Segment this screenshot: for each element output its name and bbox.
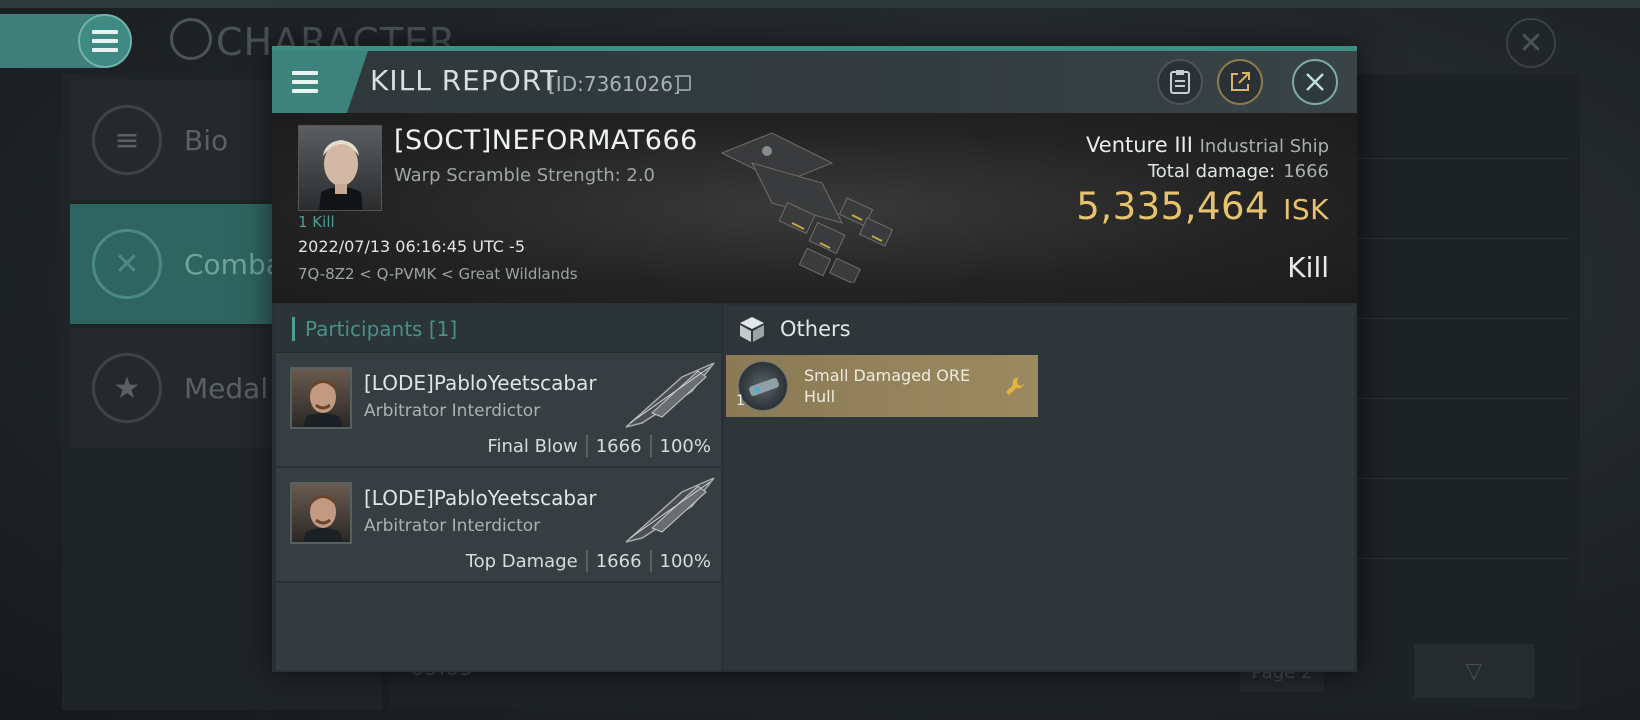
isk-value: 5,335,464 ISK — [1076, 185, 1329, 228]
clipboard-icon — [1170, 70, 1190, 94]
victim-kill-count: 1 Kill — [298, 213, 335, 231]
hamburger-icon — [92, 30, 118, 52]
others-header: Others — [724, 305, 1354, 353]
bg-close-icon[interactable]: ✕ — [1506, 18, 1556, 68]
top-bar — [0, 0, 1640, 8]
item-icon — [738, 361, 788, 411]
ship-name: Venture III Industrial Ship — [1086, 133, 1329, 157]
divider — [649, 435, 652, 457]
filter-icon: ▽ — [1465, 658, 1483, 684]
header-accent — [292, 316, 295, 341]
main-menu-button[interactable] — [78, 14, 132, 68]
item-quantity: 1 — [736, 393, 745, 409]
item-name: Small Damaged ORE Hull — [804, 366, 971, 406]
participant-percent: 100% — [659, 550, 711, 572]
victim-banner: [SOCT]NEFORMAT666 Warp Scramble Strength… — [272, 113, 1357, 303]
total-damage-value: 1666 — [1283, 161, 1329, 182]
swords-icon: ✕ — [92, 229, 162, 299]
kill-location[interactable]: 7Q-8Z2 < Q-PVMK < Great Wildlands — [298, 265, 578, 283]
divider — [585, 550, 588, 572]
participant-row[interactable]: [LODE]PabloYeetscabar Arbitrator Interdi… — [276, 468, 721, 583]
divider — [649, 550, 652, 572]
ship-type: Venture III — [1086, 133, 1193, 157]
list-icon: ≡ — [92, 105, 162, 175]
sidebar-item-label: Comba — [184, 247, 283, 281]
hamburger-icon — [292, 71, 318, 93]
victim-name[interactable]: [SOCT]NEFORMAT666 — [394, 125, 698, 156]
report-id: [ID:7361026] — [548, 72, 681, 96]
close-icon — [1306, 73, 1324, 91]
avatar — [290, 367, 352, 429]
participant-ship-image — [625, 362, 715, 428]
isk-unit: ISK — [1283, 193, 1329, 226]
participant-stats: Top Damage 1666 100% — [466, 550, 711, 572]
participant-damage: 1666 — [595, 550, 642, 572]
participant-ship-image — [625, 477, 715, 543]
clipboard-button[interactable] — [1157, 59, 1203, 105]
total-damage: Total damage: 1666 — [1148, 161, 1329, 182]
participant-role: Top Damage — [465, 550, 578, 572]
victim-portrait — [298, 125, 382, 211]
sidebar-item-label: Bio — [184, 123, 229, 157]
others-title: Others — [780, 317, 851, 341]
others-panel: Others 1 Small Damaged ORE Hull — [724, 305, 1354, 670]
share-button[interactable] — [1217, 59, 1263, 105]
total-damage-label: Total damage: — [1147, 161, 1276, 182]
close-button[interactable] — [1292, 59, 1338, 105]
share-icon — [1231, 72, 1250, 91]
isk-amount: 5,335,464 — [1076, 185, 1270, 228]
wrench-icon — [1006, 377, 1024, 395]
divider — [585, 435, 588, 457]
participant-stats: Final Blow 1666 100% — [487, 435, 711, 457]
participant-role: Final Blow — [487, 435, 578, 457]
participant-ship: Arbitrator Interdictor — [364, 516, 541, 536]
cube-icon — [740, 317, 764, 342]
participant-ship: Arbitrator Interdictor — [364, 401, 541, 421]
dropped-item[interactable]: 1 Small Damaged ORE Hull — [726, 355, 1038, 417]
sidebar-item-label: Medal — [184, 371, 269, 405]
participant-percent: 100% — [659, 435, 711, 457]
dialog-title: KILL REPORT — [370, 64, 559, 97]
ship-class: Industrial Ship — [1199, 136, 1329, 157]
participant-row[interactable]: [LODE]PabloYeetscabar Arbitrator Interdi… — [276, 353, 721, 468]
participant-name[interactable]: [LODE]PabloYeetscabar — [364, 371, 597, 395]
copy-icon[interactable] — [677, 75, 691, 91]
warp-scramble-strength: Warp Scramble Strength: 2.0 — [394, 165, 656, 186]
kill-report-dialog: KILL REPORT [ID:7361026] [SOCT]NEFORMAT6… — [272, 46, 1357, 672]
participants-panel: Participants [1] [LODE]PabloYeetscabar A… — [276, 305, 721, 670]
victim-ship-image — [720, 132, 894, 283]
participants-header: Participants [1] — [276, 305, 721, 353]
result-label: Kill — [1287, 251, 1329, 284]
star-icon: ★ — [92, 353, 162, 423]
participants-title: Participants [1] — [305, 316, 458, 341]
participant-damage: 1666 — [595, 435, 642, 457]
character-icon — [170, 18, 212, 60]
filter-button[interactable]: ▽ — [1414, 644, 1534, 698]
kill-datetime: 2022/07/13 06:16:45 UTC -5 — [298, 237, 526, 256]
avatar — [290, 482, 352, 544]
participant-name[interactable]: [LODE]PabloYeetscabar — [364, 486, 597, 510]
